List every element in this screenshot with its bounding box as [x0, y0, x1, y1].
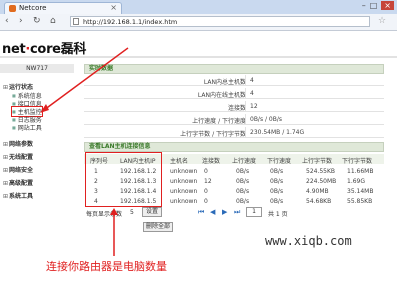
watermark: www.xiqb.com — [265, 234, 352, 248]
arrow-head-icon — [110, 208, 118, 215]
arrow-to-host-monitor — [43, 47, 129, 111]
arrow-head-icon — [40, 104, 49, 113]
annotation-caption: 连接你路由器是电脑数量 — [46, 260, 167, 273]
